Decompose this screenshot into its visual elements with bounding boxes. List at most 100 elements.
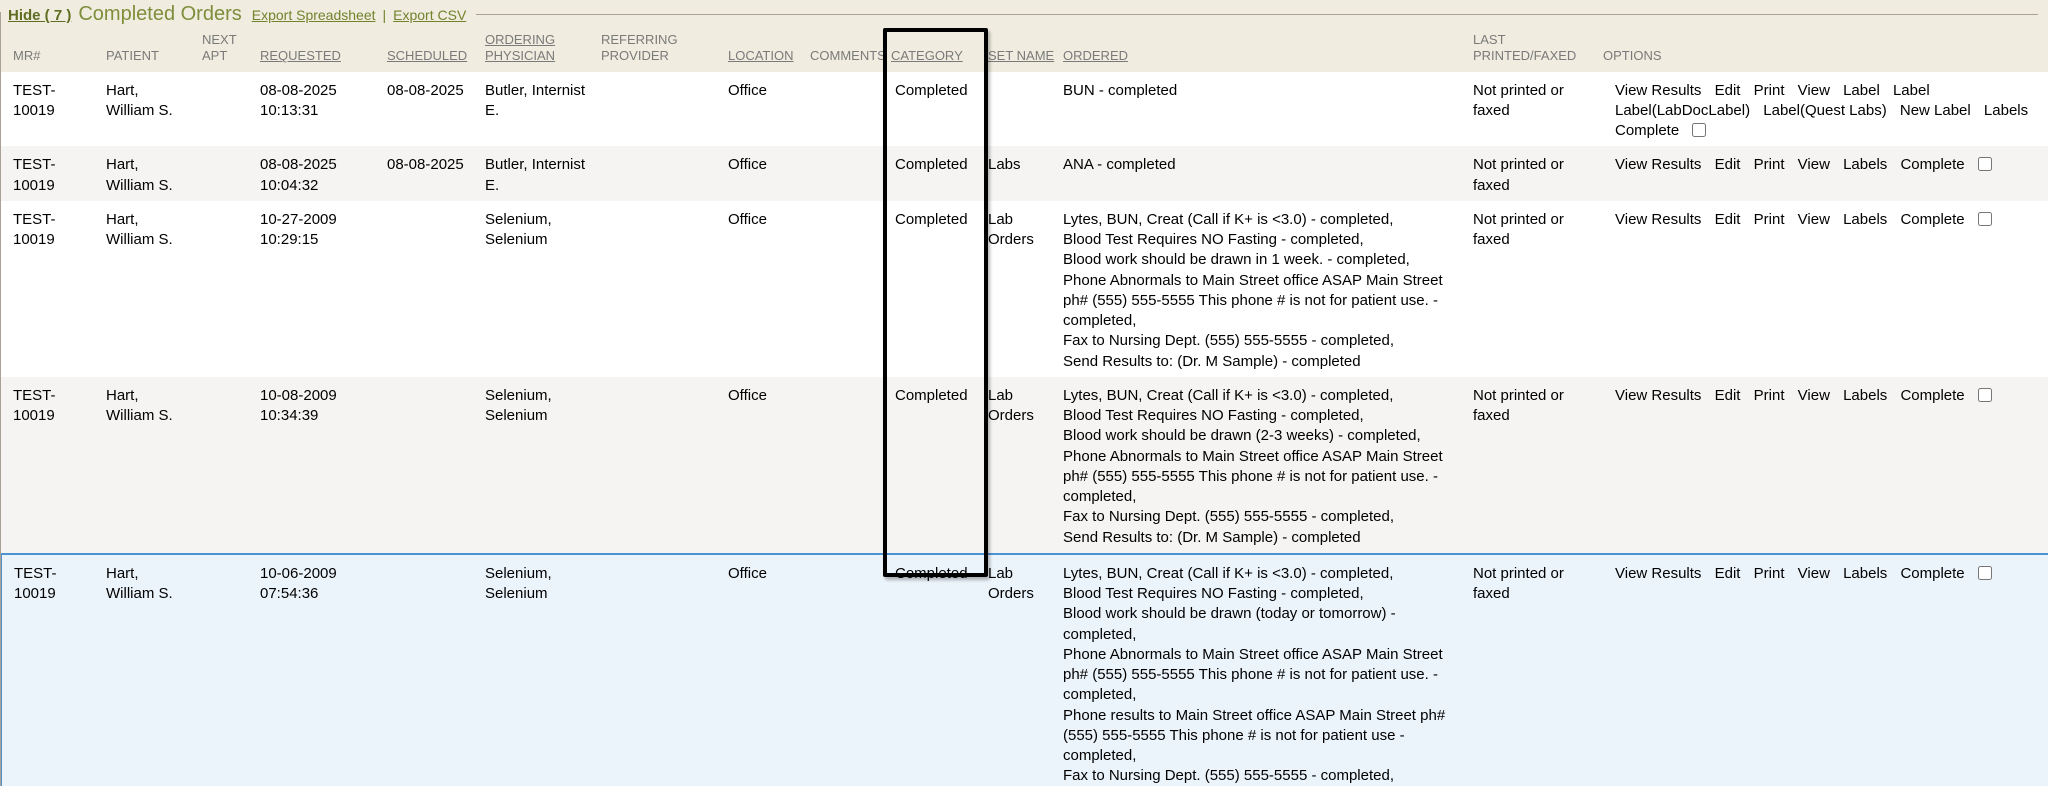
cell-set-name xyxy=(986,72,1061,147)
cell-referring-provider xyxy=(599,72,726,147)
hide-link[interactable]: Hide ( 7 ) xyxy=(8,7,71,24)
cell-ordering-physician: Butler, Internist E. xyxy=(483,146,599,201)
cell-location: Office xyxy=(726,201,808,377)
cell-last-printed-faxed: Not printed or faxed xyxy=(1471,377,1601,554)
cell-last-printed-faxed: Not printed or faxed xyxy=(1471,201,1601,377)
export-csv-link[interactable]: Export CSV xyxy=(393,7,466,23)
cell-options: View Results Edit Print View Labels Comp… xyxy=(1601,377,2048,554)
column-header-last-printed-faxed: LAST PRINTED/FAXED xyxy=(1471,30,1601,72)
cell-referring-provider xyxy=(599,201,726,377)
option-labels[interactable]: Labels xyxy=(1843,565,1887,582)
option-print[interactable]: Print xyxy=(1754,387,1785,404)
option-edit[interactable]: Edit xyxy=(1715,82,1741,99)
cell-category: Completed xyxy=(889,72,986,147)
complete-checkbox[interactable] xyxy=(1978,388,1992,402)
option-labels[interactable]: Labels xyxy=(1984,102,2028,119)
option-complete[interactable]: Complete xyxy=(1900,211,1964,228)
column-header-ordered[interactable]: ORDERED xyxy=(1061,30,1471,72)
option-edit[interactable]: Edit xyxy=(1715,211,1741,228)
option-complete[interactable]: Complete xyxy=(1900,156,1964,173)
option-complete[interactable]: Complete xyxy=(1615,122,1679,139)
cell-last-printed-faxed: Not printed or faxed xyxy=(1471,72,1601,147)
option-view-results[interactable]: View Results xyxy=(1615,565,1701,582)
option-new-label[interactable]: New Label xyxy=(1900,102,1971,119)
complete-checkbox[interactable] xyxy=(1978,157,1992,171)
option-edit[interactable]: Edit xyxy=(1715,156,1741,173)
option-complete[interactable]: Complete xyxy=(1900,387,1964,404)
cell-set-name: Lab Orders xyxy=(986,554,1061,786)
cell-ordered: Lytes, BUN, Creat (Call if K+ is <3.0) -… xyxy=(1061,554,1471,786)
cell-mr: TEST-10019 xyxy=(1,554,104,786)
table-header-row: MR#PATIENTNEXT APTREQUESTEDSCHEDULEDORDE… xyxy=(1,30,2048,72)
cell-mr: TEST-10019 xyxy=(1,201,104,377)
option-label-quest-labs[interactable]: Label(Quest Labs) xyxy=(1763,102,1886,119)
complete-checkbox[interactable] xyxy=(1978,566,1992,580)
cell-comments xyxy=(808,72,889,147)
option-view[interactable]: View xyxy=(1798,82,1830,99)
column-header-requested[interactable]: REQUESTED xyxy=(258,30,385,72)
column-header-referring-provider: REFERRING PROVIDER xyxy=(599,30,726,72)
cell-set-name: Lab Orders xyxy=(986,377,1061,554)
column-header-options: OPTIONS xyxy=(1601,30,2048,72)
cell-next-apt xyxy=(200,554,258,786)
option-view-results[interactable]: View Results xyxy=(1615,82,1701,99)
cell-scheduled xyxy=(385,554,483,786)
cell-ordering-physician: Selenium, Selenium xyxy=(483,377,599,554)
cell-next-apt xyxy=(200,377,258,554)
cell-referring-provider xyxy=(599,377,726,554)
order-row: TEST-10019Hart, William S.08-08-2025 10:… xyxy=(1,72,2048,147)
cell-ordering-physician: Butler, Internist E. xyxy=(483,72,599,147)
column-header-category[interactable]: CATEGORY xyxy=(889,30,986,72)
cell-next-apt xyxy=(200,201,258,377)
panel-header: Hide ( 7 ) Completed Orders Export Sprea… xyxy=(0,0,2048,30)
option-print[interactable]: Print xyxy=(1754,565,1785,582)
cell-location: Office xyxy=(726,377,808,554)
option-view-results[interactable]: View Results xyxy=(1615,211,1701,228)
cell-mr: TEST-10019 xyxy=(1,72,104,147)
option-edit[interactable]: Edit xyxy=(1715,565,1741,582)
option-print[interactable]: Print xyxy=(1754,211,1785,228)
option-label[interactable]: Label xyxy=(1843,82,1880,99)
order-row: TEST-10019Hart, William S.10-08-2009 10:… xyxy=(1,377,2048,554)
cell-options: View Results Edit Print View Labels Comp… xyxy=(1601,146,2048,201)
page-title: Completed Orders xyxy=(78,3,241,26)
complete-checkbox[interactable] xyxy=(1978,212,1992,226)
option-labels[interactable]: Labels xyxy=(1843,387,1887,404)
cell-category: Completed xyxy=(889,201,986,377)
completed-orders-table: MR#PATIENTNEXT APTREQUESTEDSCHEDULEDORDE… xyxy=(0,30,2048,786)
option-print[interactable]: Print xyxy=(1754,156,1785,173)
column-header-ordering-physician[interactable]: ORDERING PHYSICIAN xyxy=(483,30,599,72)
complete-checkbox[interactable] xyxy=(1692,123,1706,137)
column-header-patient: PATIENT xyxy=(104,30,200,72)
column-header-scheduled[interactable]: SCHEDULED xyxy=(385,30,483,72)
option-edit[interactable]: Edit xyxy=(1715,387,1741,404)
cell-scheduled: 08-08-2025 xyxy=(385,146,483,201)
export-spreadsheet-link[interactable]: Export Spreadsheet xyxy=(252,7,376,23)
column-header-next-apt: NEXT APT xyxy=(200,30,258,72)
option-complete[interactable]: Complete xyxy=(1900,565,1964,582)
option-labels[interactable]: Labels xyxy=(1843,156,1887,173)
cell-location: Office xyxy=(726,72,808,147)
column-header-set-name[interactable]: SET NAME xyxy=(986,30,1061,72)
cell-requested: 08-08-2025 10:04:32 xyxy=(258,146,385,201)
cell-location: Office xyxy=(726,554,808,786)
order-row: TEST-10019Hart, William S.10-27-2009 10:… xyxy=(1,201,2048,377)
cell-next-apt xyxy=(200,72,258,147)
option-view-results[interactable]: View Results xyxy=(1615,156,1701,173)
option-view[interactable]: View xyxy=(1798,565,1830,582)
option-label-labdoclabel[interactable]: Label(LabDocLabel) xyxy=(1615,102,1750,119)
option-view[interactable]: View xyxy=(1798,211,1830,228)
cell-last-printed-faxed: Not printed or faxed xyxy=(1471,554,1601,786)
column-header-location[interactable]: LOCATION xyxy=(726,30,808,72)
option-view-results[interactable]: View Results xyxy=(1615,387,1701,404)
option-labels[interactable]: Labels xyxy=(1843,211,1887,228)
cell-ordered: Lytes, BUN, Creat (Call if K+ is <3.0) -… xyxy=(1061,201,1471,377)
option-print[interactable]: Print xyxy=(1754,82,1785,99)
cell-mr: TEST-10019 xyxy=(1,146,104,201)
option-label[interactable]: Label xyxy=(1893,82,1930,99)
cell-ordering-physician: Selenium, Selenium xyxy=(483,554,599,786)
header-divider-line xyxy=(476,14,2038,15)
option-view[interactable]: View xyxy=(1798,387,1830,404)
option-view[interactable]: View xyxy=(1798,156,1830,173)
cell-mr: TEST-10019 xyxy=(1,377,104,554)
